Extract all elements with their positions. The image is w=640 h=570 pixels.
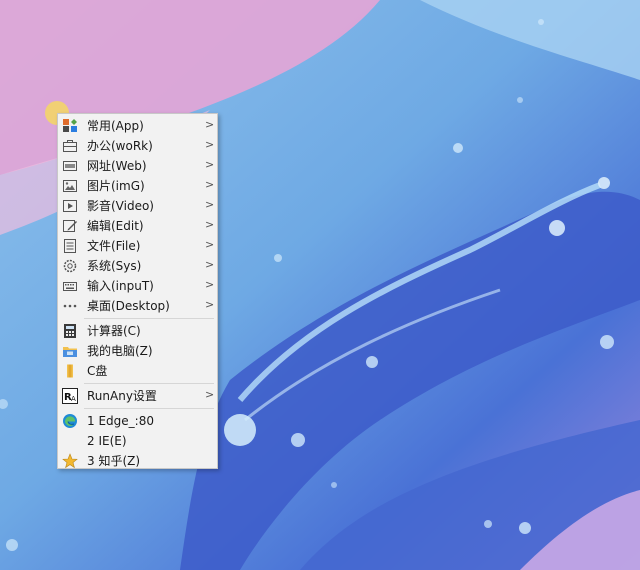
video-icon xyxy=(63,200,77,212)
image-icon xyxy=(63,180,77,192)
edit-pencil-icon xyxy=(63,220,77,232)
submenu-arrow-icon: > xyxy=(205,258,215,271)
menu-separator xyxy=(84,318,214,319)
svg-text:A: A xyxy=(71,395,76,403)
menu-item-label: 2 IE(E) xyxy=(87,434,127,448)
menu-item-sys[interactable]: 系统(Sys) > xyxy=(58,256,217,276)
submenu-arrow-icon: > xyxy=(205,138,215,151)
star-icon xyxy=(62,453,78,469)
edge-icon xyxy=(63,414,77,428)
menu-item-img[interactable]: 图片(imG) > xyxy=(58,176,217,196)
menu-item-desktop[interactable]: 桌面(Desktop) > xyxy=(58,296,217,316)
menu-item-label: 3 知乎(Z) xyxy=(87,454,141,468)
file-icon xyxy=(64,239,76,253)
submenu-arrow-icon: > xyxy=(205,158,215,171)
submenu-arrow-icon: > xyxy=(205,198,215,211)
folder-icon xyxy=(67,364,73,378)
menu-item-1-edge-80[interactable]: 1 Edge_:80 xyxy=(58,411,217,431)
menu-item-label: 图片(imG) xyxy=(87,179,145,193)
submenu-arrow-icon: > xyxy=(205,218,215,231)
menu-item-label: 影音(Video) xyxy=(87,199,154,213)
menu-item-edit[interactable]: 编辑(Edit) > xyxy=(58,216,217,236)
menu-separator xyxy=(84,408,214,409)
web-window-icon xyxy=(63,161,77,171)
submenu-arrow-icon: > xyxy=(205,388,215,401)
menu-item-label: 我的电脑(Z) xyxy=(87,344,153,358)
submenu-arrow-icon: > xyxy=(205,178,215,191)
menu-item-3-z[interactable]: 3 知乎(Z) xyxy=(58,451,217,471)
menu-item-video[interactable]: 影音(Video) > xyxy=(58,196,217,216)
menu-item-label: 办公(woRk) xyxy=(87,139,153,153)
menu-item-label: 编辑(Edit) xyxy=(87,219,144,233)
menu-item-2-ie-e[interactable]: 2 IE(E) xyxy=(58,431,217,451)
menu-item-label: RunAny设置 xyxy=(87,389,157,403)
menu-item-label: 1 Edge_:80 xyxy=(87,414,154,428)
menu-item-label: 桌面(Desktop) xyxy=(87,299,170,313)
menu-item-label: 文件(File) xyxy=(87,239,141,253)
submenu-arrow-icon: > xyxy=(205,278,215,291)
menu-item-label: 计算器(C) xyxy=(87,324,141,338)
menu-item-input[interactable]: 输入(inpuT) > xyxy=(58,276,217,296)
gear-icon xyxy=(63,259,77,273)
menu-item-work[interactable]: 办公(woRk) > xyxy=(58,136,217,156)
dots-icon xyxy=(63,304,77,308)
menu-item-label: 常用(App) xyxy=(87,119,144,133)
menu-item-app[interactable]: 常用(App) > xyxy=(58,116,217,136)
submenu-arrow-icon: > xyxy=(205,238,215,251)
menu-item-label: C盘 xyxy=(87,364,108,378)
menu-item-label: 网址(Web) xyxy=(87,159,147,173)
menu-separator xyxy=(84,383,214,384)
menu-item-label: 输入(inpuT) xyxy=(87,279,154,293)
menu-item-runany[interactable]: R A RunAny设置 > xyxy=(58,386,217,406)
computer-folder-icon xyxy=(63,347,77,357)
menu-item-file[interactable]: 文件(File) > xyxy=(58,236,217,256)
calculator-icon xyxy=(64,324,76,338)
menu-item-c[interactable]: C盘 xyxy=(58,361,217,381)
grid-apps-icon xyxy=(63,119,77,132)
keyboard-icon xyxy=(63,282,77,291)
menu-item-label: 系统(Sys) xyxy=(87,259,142,273)
context-menu: 常用(App) > 办公(woRk) > 网址(Web) > 图片(imG) > 影音(Vide… xyxy=(57,113,218,469)
briefcase-icon xyxy=(63,140,77,152)
runany-logo-icon: RA xyxy=(62,388,78,404)
menu-item-z[interactable]: 我的电脑(Z) xyxy=(58,341,217,361)
submenu-arrow-icon: > xyxy=(205,118,215,131)
menu-item-c[interactable]: 计算器(C) xyxy=(58,321,217,341)
submenu-arrow-icon: > xyxy=(205,298,215,311)
menu-item-web[interactable]: 网址(Web) > xyxy=(58,156,217,176)
